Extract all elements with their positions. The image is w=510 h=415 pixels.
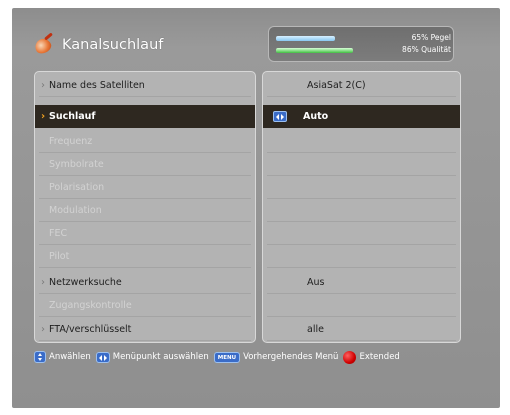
page-title: Kanalsuchlauf [62,37,164,53]
value-netzwerksuche[interactable]: Aus [263,271,460,294]
help-vorhergehend: Vorhergehendes Menü [243,352,339,362]
up-down-arrows-icon [34,351,46,363]
pegel-bar [276,36,366,41]
chevron-right-icon: › [40,111,46,122]
settings-list: › Name des Satelliten › Suchlauf Frequen… [34,71,256,343]
red-button-icon [343,350,357,364]
menu-item-fec: FEC [35,222,255,245]
value-frequenz [263,130,460,153]
signal-meter: 65% Pegel 86% Qualität [268,26,454,62]
menu-item-pilot: Pilot [35,245,255,268]
value-fta[interactable]: alle [263,318,460,341]
value-modulation [263,199,460,222]
menu-item-polarisation: Polarisation [35,176,255,199]
value-polarisation [263,176,460,199]
chevron-right-icon: › [41,277,45,288]
menu-item-symbolrate: Symbolrate [35,153,255,176]
pegel-label: 65% Pegel [411,33,451,42]
help-menupunkt: Menüpunkt auswählen [112,352,209,362]
qualitaet-bar [276,48,366,53]
header: Kanalsuchlauf [32,28,164,62]
help-anwaehlen: Anwählen [49,352,91,362]
chevron-right-icon: › [41,80,45,91]
value-symbolrate [263,153,460,176]
menu-item-fta[interactable]: › FTA/verschlüsselt [35,318,255,341]
menu-item-netzwerksuche[interactable]: › Netzwerksuche [35,271,255,294]
menu-item-suchlauf[interactable]: › Suchlauf [35,105,255,128]
menu-item-satellit[interactable]: › Name des Satelliten [35,74,255,97]
menu-item-zugangskontrolle: Zugangskontrolle [35,294,255,317]
value-zugangskontrolle [263,294,460,317]
value-fec [263,222,460,245]
value-suchlauf[interactable]: Auto [263,105,460,128]
satellite-dish-icon [32,32,54,56]
qualitaet-label: 86% Qualität [402,45,451,54]
left-right-arrows-icon [273,111,287,122]
value-satellit[interactable]: AsiaSat 2(C) [263,74,460,97]
left-right-arrows-icon [95,351,110,363]
settings-values: AsiaSat 2(C) Auto Aus alle [262,71,461,343]
menu-item-modulation: Modulation [35,199,255,222]
menu-item-frequenz: Frequenz [35,130,255,153]
pegel-bar-fill [276,36,335,41]
chevron-right-icon: › [41,324,45,335]
value-pilot [263,245,460,268]
help-bar: Anwählen Menüpunkt auswählen MENU Vorher… [34,347,405,367]
help-extended: Extended [359,352,400,362]
menu-key-icon: MENU [213,351,241,363]
qualitaet-bar-fill [276,48,354,53]
